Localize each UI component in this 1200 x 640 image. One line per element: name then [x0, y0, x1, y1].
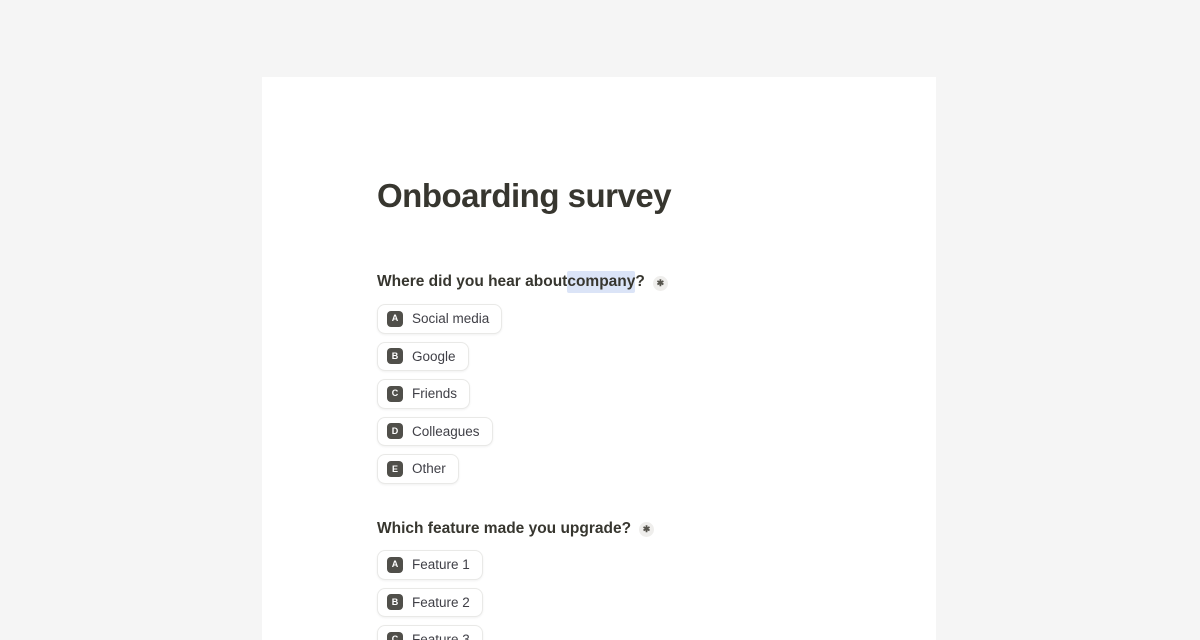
required-asterisk-icon: ✱	[652, 275, 668, 291]
question-highlight-company: company	[567, 270, 636, 294]
option-feature-3[interactable]: C Feature 3	[377, 625, 483, 640]
question-text-2: Which feature made you upgrade?	[377, 519, 632, 537]
option-key-badge: C	[387, 631, 403, 640]
option-social-media[interactable]: A Social media	[377, 304, 503, 334]
question-block-2: Which feature made you upgrade? ✱ A Feat…	[377, 519, 936, 640]
option-feature-2[interactable]: B Feature 2	[377, 587, 483, 618]
question-block-1: Where did you hear about company? ✱ A So…	[377, 270, 936, 484]
option-list-2: A Feature 1 B Feature 2 C Feature 3	[377, 549, 936, 640]
option-label: Colleagues	[412, 423, 480, 439]
page-root: Onboarding survey Where did you hear abo…	[0, 0, 1200, 640]
option-label: Feature 2	[412, 594, 470, 610]
required-asterisk-icon: ✱	[639, 522, 655, 538]
option-key-badge: A	[387, 310, 403, 327]
option-key-badge: A	[387, 556, 403, 573]
survey-content: Onboarding survey Where did you hear abo…	[262, 77, 936, 640]
option-key-badge: C	[387, 385, 403, 402]
option-friends[interactable]: C Friends	[377, 379, 471, 409]
option-other[interactable]: E Other	[377, 454, 459, 484]
option-list-1: A Social media B Google C Friends D Coll…	[377, 304, 936, 484]
option-google[interactable]: B Google	[377, 341, 469, 372]
option-label: Google	[412, 348, 456, 364]
survey-card: Onboarding survey Where did you hear abo…	[262, 77, 936, 640]
option-label: Feature 1	[412, 556, 470, 572]
option-key-badge: B	[387, 594, 403, 611]
option-label: Other	[412, 461, 446, 477]
option-feature-1[interactable]: A Feature 1	[377, 549, 483, 580]
question-heading-1: Where did you hear about company? ✱	[377, 270, 936, 294]
option-label: Feature 3	[412, 632, 470, 640]
option-colleagues[interactable]: D Colleagues	[377, 416, 493, 447]
question-text-after-1: ?	[635, 272, 645, 290]
option-label: Social media	[412, 311, 490, 327]
option-label: Friends	[412, 386, 458, 402]
page-title: Onboarding survey	[377, 177, 672, 214]
option-key-badge: B	[387, 348, 403, 365]
question-heading-2: Which feature made you upgrade? ✱	[377, 519, 936, 539]
option-key-badge: E	[387, 461, 403, 478]
option-key-badge: D	[387, 423, 403, 440]
question-text-before-1: Where did you hear about	[377, 272, 568, 290]
